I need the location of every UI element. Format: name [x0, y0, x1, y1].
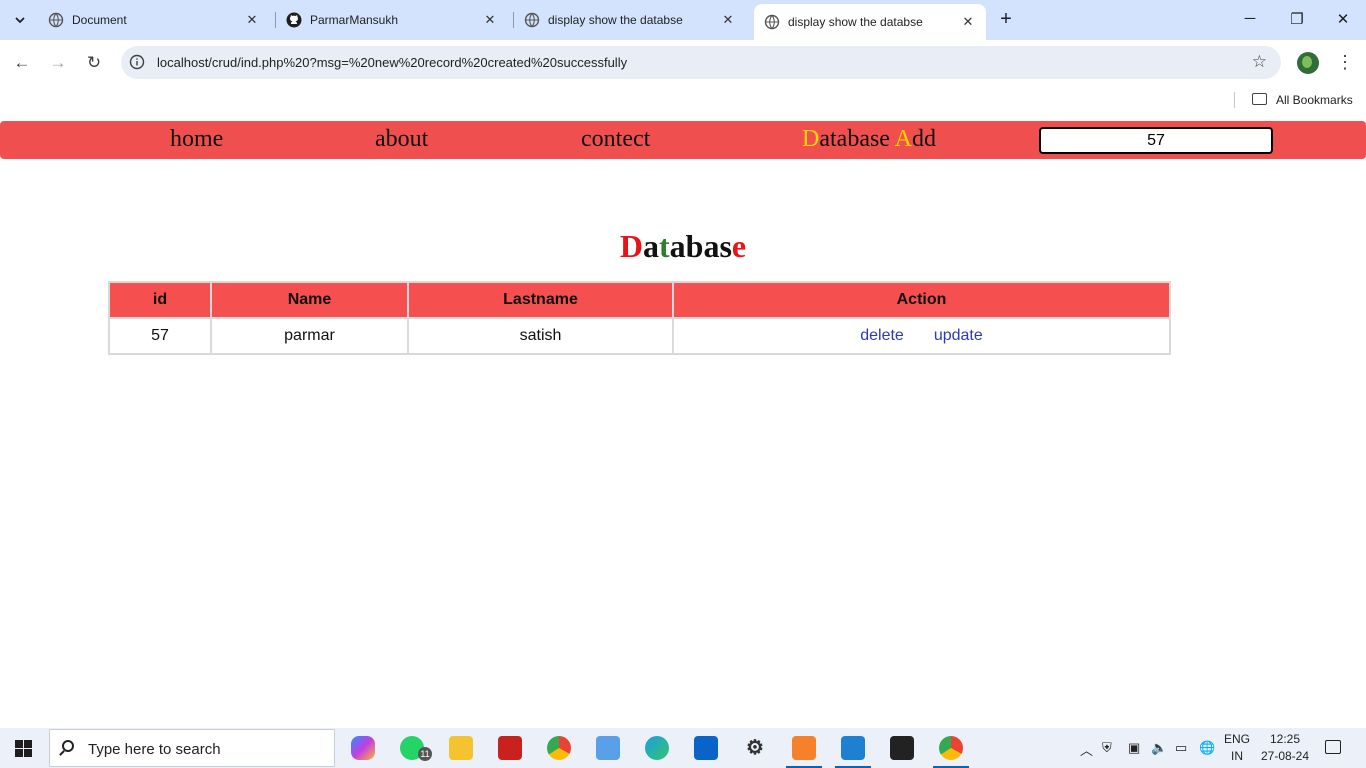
media-player-icon[interactable]: [890, 736, 914, 760]
title-letter: abas: [669, 228, 732, 264]
tab-search-button[interactable]: [8, 8, 32, 32]
minimize-icon[interactable]: ─: [1240, 10, 1260, 30]
browser-toolbar: ← → ↻ localhost/crud/ind.php%20?msg=%20n…: [0, 40, 1366, 86]
cell-lastname: satish: [409, 319, 672, 353]
nav-add-text: dd: [911, 126, 936, 152]
xampp-icon[interactable]: [786, 736, 822, 768]
title-letter: D: [619, 228, 643, 264]
close-icon[interactable]: ✕: [720, 12, 736, 28]
whatsapp-badge: 11: [418, 747, 432, 761]
settings-gear-icon[interactable]: ⚙: [743, 736, 767, 760]
profile-avatar[interactable]: [1297, 52, 1319, 74]
title-letter: a: [643, 228, 659, 264]
cell-name: parmar: [212, 319, 407, 353]
volume-icon[interactable]: 🔈: [1151, 740, 1167, 756]
close-icon[interactable]: ✕: [960, 14, 976, 30]
address-bar[interactable]: localhost/crud/ind.php%20?msg=%20new%20r…: [121, 46, 1281, 79]
nav-add-initial: A: [894, 126, 912, 152]
records-table: id Name Lastname Action 57 parmar satish…: [108, 281, 1171, 355]
column-header-lastname: Lastname: [409, 283, 672, 317]
menu-kebab-icon[interactable]: ⋮: [1336, 50, 1354, 74]
restore-icon[interactable]: ❐: [1287, 10, 1307, 30]
search-input[interactable]: [1039, 127, 1273, 154]
nav-about-link[interactable]: about: [375, 126, 428, 153]
tab-display-active[interactable]: display show the databse ✕: [754, 4, 986, 40]
close-icon[interactable]: ✕: [244, 12, 260, 28]
nav-contect-link[interactable]: contect: [581, 126, 650, 153]
chrome-icon[interactable]: [547, 736, 571, 760]
page-title: Database: [0, 228, 1366, 265]
control-panel-icon[interactable]: [596, 736, 620, 760]
delete-link[interactable]: delete: [860, 327, 904, 344]
table-row: 57 parmar satish delete update: [110, 319, 1169, 353]
site-info-icon[interactable]: [129, 54, 145, 70]
update-link[interactable]: update: [934, 327, 983, 344]
site-navbar: home about contect Database Add: [0, 121, 1366, 159]
windows-taskbar: Type here to search ⚙ ︿ ⛨ ▣ 🔈 ▭ 🌐 ENG IN …: [0, 728, 1366, 768]
folder-icon[interactable]: [1252, 93, 1267, 105]
copilot-icon[interactable]: [351, 736, 375, 760]
column-header-id: id: [110, 283, 210, 317]
edge-icon[interactable]: [645, 736, 669, 760]
taskbar-search-placeholder: Type here to search: [88, 741, 221, 758]
globe-icon: [764, 14, 780, 30]
title-letter: e: [731, 228, 747, 264]
search-icon: [62, 740, 74, 752]
acrobat-icon[interactable]: [498, 736, 522, 760]
title-letter: t: [659, 228, 670, 264]
clock-time: 12:25: [1269, 732, 1301, 746]
chevron-up-icon[interactable]: ︿: [1080, 740, 1093, 759]
forward-arrow-icon[interactable]: →: [47, 52, 69, 74]
close-icon[interactable]: ✕: [482, 12, 498, 28]
github-icon: [286, 12, 302, 28]
lang-line: ENG: [1224, 732, 1251, 746]
clock-date: 27-08-24: [1260, 749, 1310, 763]
language-indicator[interactable]: ENG IN: [1224, 731, 1250, 765]
cell-action: delete update: [674, 319, 1169, 353]
tab-title: display show the databse: [788, 15, 923, 29]
tab-display-1[interactable]: display show the databse ✕: [514, 0, 746, 40]
nav-add-initial: D: [802, 126, 820, 152]
taskbar-search-box[interactable]: Type here to search: [49, 729, 335, 767]
tab-title: ParmarMansukh: [310, 13, 399, 27]
bookmarks-divider: [1234, 92, 1235, 108]
chrome-active-icon[interactable]: [933, 736, 969, 768]
network-globe-icon[interactable]: 🌐: [1199, 740, 1215, 756]
nav-add-text: atabase: [819, 126, 895, 152]
close-window-icon[interactable]: ✕: [1333, 10, 1353, 30]
nav-home-link[interactable]: home: [170, 126, 223, 153]
nav-database-add-link[interactable]: Database Add: [802, 126, 936, 153]
system-clock[interactable]: 12:25 27-08-24: [1260, 731, 1310, 765]
reload-icon[interactable]: ↻: [83, 52, 105, 74]
tab-title: display show the databse: [548, 13, 683, 27]
windows-start-icon[interactable]: [15, 740, 32, 757]
all-bookmarks-label[interactable]: All Bookmarks: [1276, 93, 1353, 107]
bookmark-star-icon[interactable]: ☆: [1252, 52, 1267, 72]
globe-icon: [524, 12, 540, 28]
chevron-down-icon: [15, 17, 25, 24]
tab-title: Document: [72, 13, 127, 27]
back-arrow-icon[interactable]: ←: [11, 52, 33, 74]
new-tab-plus-icon[interactable]: +: [996, 9, 1016, 30]
column-header-name: Name: [212, 283, 407, 317]
file-explorer-icon[interactable]: [449, 736, 473, 760]
vscode-icon[interactable]: [835, 736, 871, 768]
lang-line: IN: [1231, 749, 1243, 763]
cell-id: 57: [110, 319, 210, 353]
notification-icon[interactable]: [1325, 740, 1341, 754]
globe-icon: [48, 12, 64, 28]
table-header-row: id Name Lastname Action: [110, 283, 1169, 317]
bookmarks-bar: All Bookmarks: [0, 86, 1366, 114]
page-content: home about contect Database Add Database…: [0, 114, 1366, 728]
tab-github[interactable]: ParmarMansukh ✕: [276, 0, 508, 40]
tab-document[interactable]: Document ✕: [38, 0, 270, 40]
mail-icon[interactable]: [694, 736, 718, 760]
security-shield-icon[interactable]: ⛨: [1102, 740, 1112, 756]
battery-icon[interactable]: ▭: [1175, 740, 1187, 756]
column-header-action: Action: [674, 283, 1169, 317]
url-text[interactable]: localhost/crud/ind.php%20?msg=%20new%20r…: [157, 55, 627, 70]
tab-strip: Document ✕ ParmarMansukh ✕ display show …: [0, 0, 1366, 40]
meet-icon[interactable]: ▣: [1128, 740, 1140, 756]
